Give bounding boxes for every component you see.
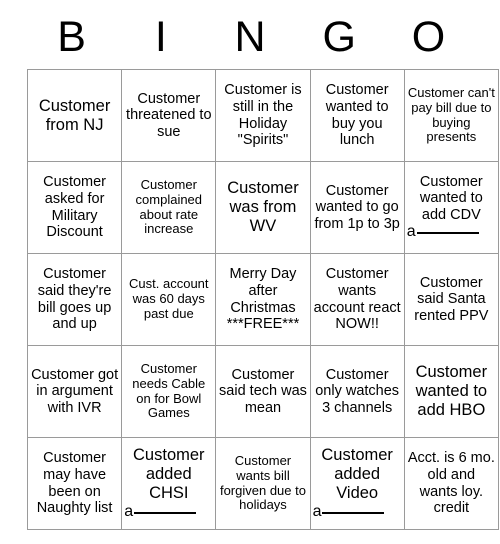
header-letter-i: I [154, 13, 167, 61]
bingo-cell-text: Customer wanted to add HBO [415, 363, 488, 419]
bingo-cell[interactable]: Customer is still in the Holiday "Spirit… [215, 69, 311, 162]
bingo-grid: Customer from NJ Customer threatened to s… [26, 69, 499, 530]
bingo-cell[interactable]: Customer can't pay bill due to buying pr… [403, 69, 499, 162]
bingo-cell[interactable]: Customer asked for Military Discount [26, 161, 123, 254]
bingo-cell-text: Customer was from WV [227, 179, 299, 235]
bingo-cell-write-in-blank[interactable]: a [124, 503, 213, 521]
bingo-cell-text: Customer needs Cable on for Bowl Games [132, 360, 206, 421]
bingo-cell[interactable]: Customer wants account react NOW!! [309, 253, 405, 346]
bingo-cell[interactable]: Acct. is 6 mo. old and wants loy. credit [403, 437, 499, 530]
bingo-row: Customer asked for Military Discount Cust… [26, 161, 499, 254]
bingo-cell[interactable]: Customer added Video a [309, 437, 405, 530]
bingo-cell[interactable]: Customer from NJ [26, 69, 123, 162]
bingo-cell[interactable]: Customer wants bill forgiven due to holi… [215, 437, 311, 530]
bingo-cell-text: Customer wanted to add CDV [419, 173, 483, 223]
bingo-cell-text: Customer said Santa rented PPV [414, 274, 489, 324]
bingo-row: Customer said they're bill goes up and u… [26, 253, 499, 346]
bingo-cell-text: Customer wanted to buy you lunch [325, 82, 389, 149]
bingo-cell-text: Customer said they're bill goes up and u… [37, 266, 112, 333]
bingo-cell[interactable]: Customer got in argument with IVR [26, 345, 123, 438]
bingo-cell-text: Customer can't pay bill due to buying pr… [407, 84, 495, 145]
bingo-cell-text: Customer wanted to go from 1p to 3p [314, 182, 400, 232]
bingo-cell-text: Customer threatened to sue [126, 90, 212, 140]
bingo-cell-text: Customer wants bill forgiven due to holi… [219, 452, 306, 513]
bingo-cell[interactable]: Customer said they're bill goes up and u… [26, 253, 123, 346]
bingo-cell-text: Customer said tech was mean [219, 366, 307, 416]
bingo-cell-text: Customer may have been on Naughty list [36, 450, 113, 517]
bingo-cell-text: Customer added Video [321, 446, 393, 502]
bingo-cell-write-in-blank[interactable]: a [313, 503, 402, 521]
bingo-row: Customer got in argument with IVR Custome… [26, 345, 499, 438]
bingo-cell-blank-label: a [124, 502, 134, 520]
bingo-cell-text: Customer got in argument with IVR [31, 366, 119, 416]
bingo-cell-blank-rule [322, 511, 385, 514]
bingo-row: Customer from NJ Customer threatened to s… [26, 69, 499, 162]
bingo-cell[interactable]: Customer said Santa rented PPV [403, 253, 499, 346]
bingo-row: Customer may have been on Naughty list Cu… [26, 437, 499, 530]
bingo-cell-blank-rule [416, 232, 479, 235]
bingo-cell[interactable]: Cust. account was 60 days past due [121, 253, 217, 346]
bingo-cell[interactable]: Customer said tech was mean [215, 345, 311, 438]
bingo-cell[interactable]: Customer wanted to buy you lunch [309, 69, 405, 162]
header-letter-n: N [234, 13, 266, 61]
bingo-cell[interactable]: Customer only watches 3 channels [309, 345, 405, 438]
bingo-cell[interactable]: Customer may have been on Naughty list [26, 437, 123, 530]
bingo-cell[interactable]: Customer complained about rate increase [121, 161, 217, 254]
bingo-cell-text: Customer wants account react NOW!! [313, 266, 401, 333]
bingo-cell-text: Customer complained about rate increase [135, 176, 203, 237]
bingo-cell-text: Customer added CHSI [133, 446, 205, 502]
header-letter-o: O [411, 13, 446, 61]
bingo-cell[interactable]: Customer wanted to add CDV a [403, 161, 499, 254]
bingo-cell[interactable]: Customer wanted to add HBO [403, 345, 499, 438]
bingo-cell-text: Cust. account was 60 days past due [129, 276, 209, 321]
bingo-cell[interactable]: Customer added CHSI a [121, 437, 217, 530]
bingo-cell-write-in-blank[interactable]: a [407, 223, 496, 241]
bingo-card: B I N G O Customer from NJ Customer threa… [26, 0, 499, 530]
bingo-cell-text: Customer asked for Military Discount [43, 174, 107, 241]
bingo-cell[interactable]: Customer wanted to go from 1p to 3p [309, 161, 405, 254]
bingo-cell-text: Customer is still in the Holiday "Spirit… [224, 82, 302, 149]
bingo-cell-text: Acct. is 6 mo. old and wants loy. credit [407, 450, 495, 517]
bingo-cell-blank-label: a [312, 502, 322, 520]
bingo-cell-text: Customer from NJ [38, 96, 111, 134]
bingo-cell[interactable]: Customer threatened to sue [121, 69, 217, 162]
bingo-header: B I N G O [27, 0, 473, 69]
bingo-cell[interactable]: Customer was from WV [215, 161, 311, 254]
bingo-cell-text: Merry Day after Christmas ***FREE*** [226, 266, 300, 333]
header-letter-b: B [57, 13, 86, 61]
bingo-cell[interactable]: Merry Day after Christmas ***FREE*** [215, 253, 311, 346]
bingo-cell-blank-rule [134, 511, 197, 514]
bingo-cell-text: Customer only watches 3 channels [315, 366, 400, 416]
bingo-cell-blank-label: a [406, 223, 416, 241]
header-letter-g: G [322, 13, 356, 61]
bingo-cell[interactable]: Customer needs Cable on for Bowl Games [121, 345, 217, 438]
